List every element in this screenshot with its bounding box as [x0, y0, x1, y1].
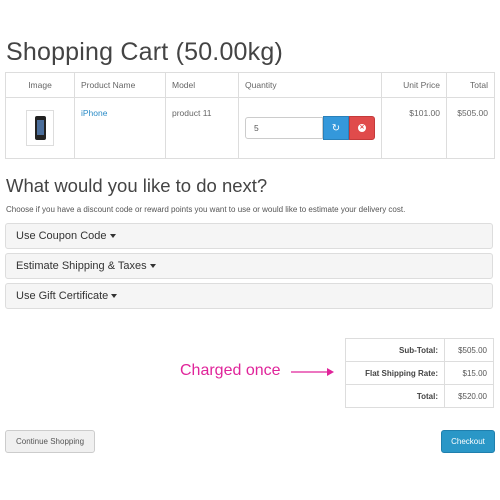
coupon-panel-toggle[interactable]: Use Coupon Code — [5, 223, 493, 249]
col-quantity-header: Quantity — [238, 72, 382, 98]
col-model-header: Model — [165, 72, 239, 98]
col-name-header: Product Name — [74, 72, 166, 98]
cart-table: Image Product Name Model Quantity Unit P… — [5, 72, 495, 159]
col-total-header: Total — [446, 72, 495, 98]
subtotal-row: Sub-Total: $505.00 — [345, 338, 494, 362]
continue-shopping-button[interactable]: Continue Shopping — [5, 430, 95, 453]
total-row: Total: $520.00 — [345, 384, 494, 408]
page-title: Shopping Cart (50.00kg) — [6, 38, 283, 66]
quantity-group: ↻ ✕ — [245, 116, 375, 140]
coupon-panel-label: Use Coupon Code — [16, 230, 107, 242]
product-thumbnail[interactable] — [26, 110, 54, 146]
next-steps-hint: Choose if you have a discount code or re… — [6, 205, 406, 214]
arrow-right-icon — [291, 368, 334, 376]
total-label: Total: — [345, 384, 445, 408]
shipping-panel-toggle[interactable]: Estimate Shipping & Taxes — [5, 253, 493, 279]
col-unit-price-header: Unit Price — [381, 72, 447, 98]
item-quantity-cell: ↻ ✕ — [238, 97, 382, 159]
item-image-cell — [5, 97, 75, 159]
gift-certificate-panel-toggle[interactable]: Use Gift Certificate — [5, 283, 493, 309]
iphone-thumbnail — [34, 116, 46, 140]
col-image-header: Image — [5, 72, 75, 98]
item-total-cell: $505.00 — [446, 97, 495, 159]
next-steps-heading: What would you like to do next? — [6, 175, 268, 196]
shipping-panel-label: Estimate Shipping & Taxes — [16, 260, 147, 272]
cart-item-row: iPhone product 11 ↻ ✕ $101.00 $505.00 — [5, 97, 495, 159]
item-unit-price-cell: $101.00 — [381, 97, 447, 159]
gift-certificate-panel-label: Use Gift Certificate — [16, 290, 109, 302]
item-model-cell: product 11 — [165, 97, 239, 159]
subtotal-label: Sub-Total: — [345, 338, 445, 362]
refresh-icon: ↻ — [331, 122, 341, 134]
quantity-input[interactable] — [245, 117, 323, 139]
shipping-value: $15.00 — [444, 361, 494, 385]
checkout-button[interactable]: Checkout — [441, 430, 495, 453]
shipping-row: Flat Shipping Rate: $15.00 — [345, 361, 494, 385]
update-quantity-button[interactable]: ↻ — [323, 116, 349, 140]
remove-item-button[interactable]: ✕ — [349, 116, 375, 140]
subtotal-value: $505.00 — [444, 338, 494, 362]
charged-once-annotation: Charged once — [180, 362, 281, 379]
caret-down-icon — [111, 294, 118, 299]
caret-down-icon — [109, 234, 116, 239]
item-name-cell: iPhone — [74, 97, 166, 159]
totals-table: Sub-Total: $505.00 Flat Shipping Rate: $… — [345, 338, 494, 408]
remove-icon: ✕ — [358, 124, 366, 132]
cart-header-row: Image Product Name Model Quantity Unit P… — [5, 72, 495, 98]
product-name-link[interactable]: iPhone — [81, 108, 107, 118]
total-value: $520.00 — [444, 384, 494, 408]
shipping-label: Flat Shipping Rate: — [345, 361, 445, 385]
caret-down-icon — [149, 264, 156, 269]
